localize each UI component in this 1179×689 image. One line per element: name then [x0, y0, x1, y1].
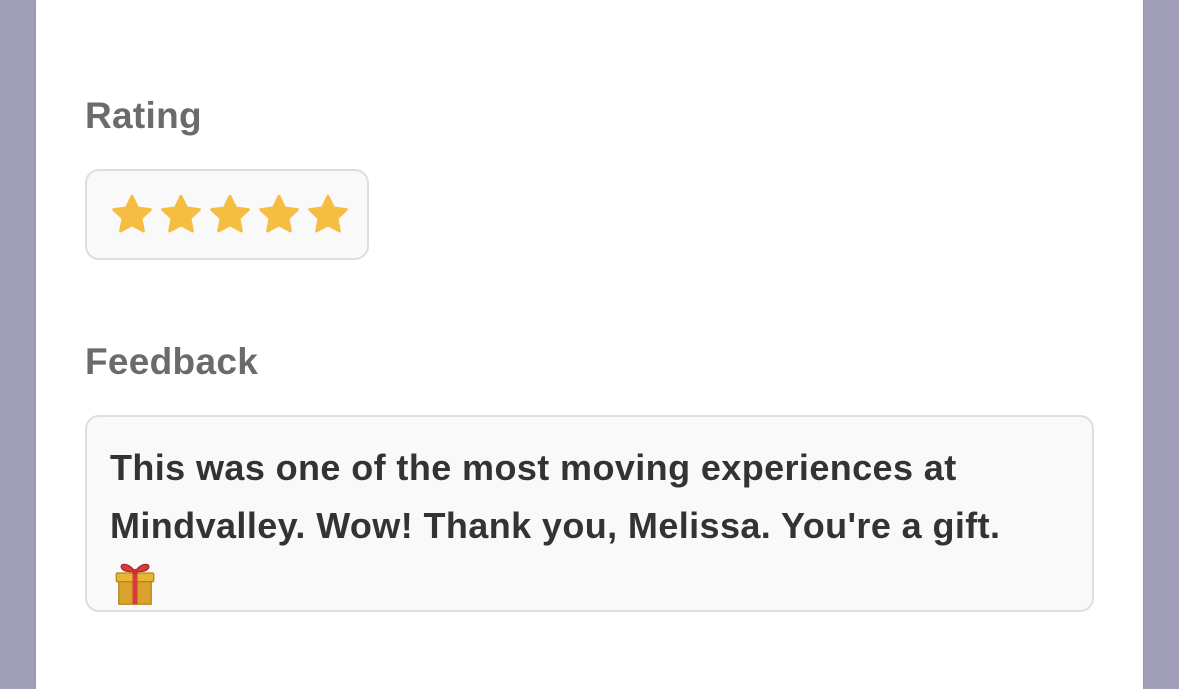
feedback-label: Feedback [85, 341, 259, 382]
review-panel: Rating Feedback This was one of the most… [36, 0, 1143, 689]
rating-label: Rating [85, 95, 202, 136]
feedback-field[interactable]: This was one of the most moving experien… [85, 415, 1094, 612]
rating-field[interactable] [85, 169, 369, 260]
star-icon[interactable] [110, 193, 154, 237]
star-icon[interactable] [159, 193, 203, 237]
star-icon[interactable] [306, 193, 350, 237]
star-icon[interactable] [208, 193, 252, 237]
gift-icon [115, 563, 155, 605]
star-icon[interactable] [257, 193, 301, 237]
feedback-text: This was one of the most moving experien… [110, 447, 1001, 546]
